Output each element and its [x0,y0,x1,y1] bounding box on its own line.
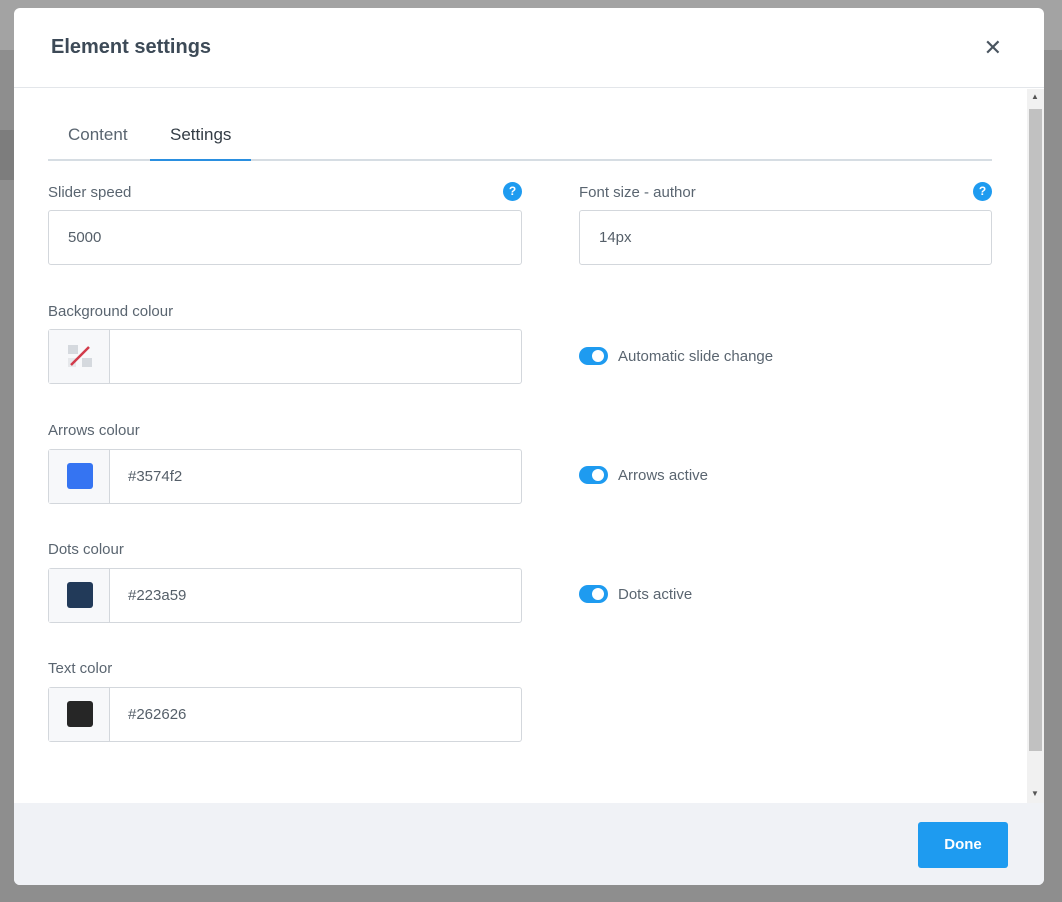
dots-colour-value: #223a59 [128,587,187,604]
text-color-label: Text color [48,660,113,677]
tab-bar: Content Settings [48,111,992,161]
dialog-title: Element settings [51,36,212,58]
tab-content[interactable]: Content [48,125,148,161]
dots-active-label: Dots active [618,586,693,603]
color-swatch-button[interactable] [49,569,110,622]
automatic-slide-change-label: Automatic slide change [618,348,774,365]
arrows-colour-value: #3574f2 [128,468,183,485]
dots-colour-input[interactable]: #223a59 [48,568,522,623]
scrollbar-thumb[interactable] [1029,109,1042,751]
scroll-up-icon[interactable]: ▲ [1031,92,1039,101]
color-swatch-button[interactable] [49,330,110,383]
arrows-colour-label: Arrows colour [48,422,140,439]
font-size-author-label: Font size - author [579,184,696,201]
element-settings-dialog: Element settings ✕ Content Settings Slid… [14,8,1044,885]
color-swatch-button[interactable] [49,688,110,741]
help-icon[interactable]: ? [503,182,522,201]
color-swatch [67,582,93,608]
help-icon[interactable]: ? [973,182,992,201]
font-size-author-input[interactable]: 14px [579,210,992,265]
automatic-slide-change-toggle[interactable] [579,347,608,365]
text-color-input[interactable]: #262626 [48,687,522,742]
dialog-footer: Done [14,803,1044,885]
arrows-colour-input[interactable]: #3574f2 [48,449,522,504]
slider-speed-input[interactable]: 5000 [48,210,522,265]
color-swatch [67,463,93,489]
scrollbar[interactable]: ▲ ▼ [1027,89,1044,803]
close-icon[interactable]: ✕ [984,35,1002,61]
arrows-active-toggle[interactable] [579,466,608,484]
dialog-header: Element settings ✕ [14,8,1044,88]
dots-active-toggle[interactable] [579,585,608,603]
text-color-value: #262626 [128,706,187,723]
color-swatch [67,701,93,727]
arrows-active-label: Arrows active [618,467,709,484]
color-swatch-button[interactable] [49,450,110,503]
background-colour-label: Background colour [48,303,174,320]
no-color-icon [68,345,92,367]
done-button[interactable]: Done [918,822,1008,868]
background-colour-input[interactable] [48,329,522,384]
dots-colour-label: Dots colour [48,541,124,558]
scroll-down-icon[interactable]: ▼ [1031,789,1039,798]
dialog-body: Content Settings Slider speed ? 5000 Fon… [14,89,1044,803]
slider-speed-label: Slider speed [48,184,132,201]
background-page [0,130,14,180]
tab-settings[interactable]: Settings [150,125,252,161]
